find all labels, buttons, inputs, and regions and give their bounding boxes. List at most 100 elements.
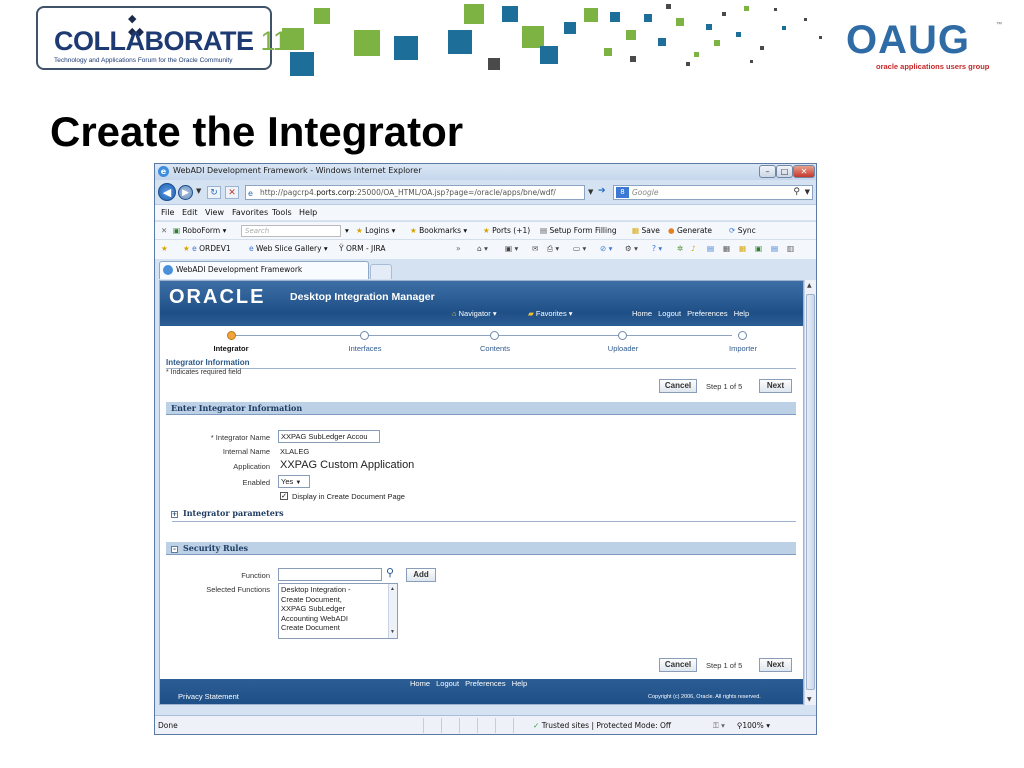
cancel-button-bottom[interactable]: Cancel — [659, 658, 697, 672]
tab-webadi[interactable]: WebADI Development Framework — [159, 261, 369, 279]
global-help-link[interactable]: Help — [734, 309, 749, 318]
feeds-icon[interactable]: ▣ ▾ — [505, 244, 518, 253]
privacy-statement-link[interactable]: Privacy Statement — [178, 692, 239, 701]
listbox-scrollbar[interactable]: ▲ ▼ — [388, 584, 397, 638]
train-step-contents[interactable]: Contents — [480, 344, 510, 353]
train-step-importer[interactable]: Importer — [729, 344, 757, 353]
fav-orm-jira[interactable]: Ÿ ORM - JIRA — [339, 244, 386, 253]
train-step-uploader-dot[interactable] — [618, 331, 627, 340]
new-tab-button[interactable] — [370, 264, 392, 279]
roboform-passcard-icon[interactable]: ▣ — [755, 244, 762, 253]
menu-view[interactable]: View — [205, 208, 224, 217]
page-menu-icon[interactable]: ▭ ▾ — [573, 244, 586, 253]
display-in-create-doc-checkbox[interactable]: ✓ — [280, 492, 288, 500]
setup-form-filling-button[interactable]: ▤ Setup Form Filling — [540, 226, 617, 235]
research-icon[interactable]: ✲ — [677, 244, 683, 253]
onenote-icon[interactable]: ▤ — [707, 244, 714, 253]
refresh-icon[interactable]: ↻ — [207, 186, 221, 199]
search-icon[interactable]: ⚲ — [793, 186, 800, 199]
generate-button[interactable]: ● Generate — [668, 226, 712, 235]
footer-logout-link[interactable]: Logout — [436, 679, 459, 688]
mail-icon[interactable]: ✉ — [532, 244, 538, 253]
next-button-top[interactable]: Next — [759, 379, 792, 393]
stop-icon[interactable]: ✕ — [225, 186, 239, 199]
train-step-interfaces[interactable]: Interfaces — [349, 344, 382, 353]
scroll-up-icon[interactable]: ▲ — [390, 585, 395, 595]
navigator-menu[interactable]: ⌂ Navigator ▾ — [452, 309, 497, 318]
scroll-down-icon[interactable]: ▼ — [807, 696, 812, 703]
ports-button[interactable]: ★ Ports (+1) — [483, 226, 530, 235]
menu-tools[interactable]: Tools — [272, 208, 292, 217]
close-window-button[interactable]: ✕ — [793, 165, 815, 178]
fav-web-slice-gallery[interactable]: e Web Slice Gallery ▾ — [249, 244, 328, 253]
minimize-button[interactable]: – — [759, 165, 776, 178]
window-titlebar[interactable]: e WebADI Development Framework - Windows… — [155, 164, 816, 180]
roboform-button[interactable]: ▣ RoboForm ▾ — [173, 226, 226, 235]
global-preferences-link[interactable]: Preferences — [687, 309, 727, 318]
home-icon[interactable]: ⌂ ▾ — [477, 244, 488, 253]
safety-menu-icon[interactable]: ⊘ ▾ — [600, 244, 612, 253]
search-dropdown-icon[interactable]: ▼ — [805, 186, 810, 199]
sync-button[interactable]: ⟳ Sync — [729, 226, 756, 235]
list-item[interactable]: Create Document, — [281, 595, 395, 605]
onenote-send-icon[interactable]: ▤ — [771, 244, 778, 253]
menu-help[interactable]: Help — [299, 208, 317, 217]
function-input[interactable] — [278, 568, 382, 581]
page-scrollbar[interactable]: ▲ ▼ — [804, 280, 816, 705]
add-button[interactable]: Add — [406, 568, 436, 582]
list-item[interactable]: Create Document — [281, 623, 395, 633]
toolbar-overflow-icon[interactable]: » — [456, 244, 461, 253]
security-rules-header[interactable]: – Security Rules — [166, 542, 796, 555]
footer-preferences-link[interactable]: Preferences — [465, 679, 505, 688]
favorites-star-icon[interactable]: ★ — [161, 244, 168, 253]
zoom-control[interactable]: ⚿ ▾ ⚲100% ▾ — [713, 721, 770, 731]
fav-ordev1[interactable]: ★ e ORDEV1 — [183, 244, 231, 253]
security-zone[interactable]: ✓ Trusted sites | Protected Mode: Off — [533, 721, 671, 730]
search-icon[interactable]: ⚲ — [386, 566, 394, 579]
url-input[interactable]: e http://pagcrp4.ports.corp:25000/OA_HTML… — [245, 185, 585, 200]
roboform-save-icon[interactable]: ▦ — [739, 244, 746, 253]
discuss-icon[interactable]: ▥ — [787, 244, 794, 253]
tools-menu-icon[interactable]: ⚙ ▾ — [625, 244, 638, 253]
bookmarks-button[interactable]: ★ Bookmarks ▾ — [410, 226, 467, 235]
logins-button[interactable]: ★ Logins ▾ — [356, 226, 395, 235]
keyboard-icon[interactable]: ▦ — [723, 244, 730, 253]
go-arrow-icon[interactable]: ➔ — [598, 186, 610, 199]
list-item[interactable]: Desktop Integration - — [281, 585, 395, 595]
history-dropdown-icon[interactable]: ▼ — [196, 187, 201, 195]
train-step-contents-dot[interactable] — [490, 331, 499, 340]
menu-file[interactable]: File — [161, 208, 174, 217]
save-button[interactable]: ▦ Save — [632, 226, 660, 235]
menu-edit[interactable]: Edit — [182, 208, 198, 217]
footer-help-link[interactable]: Help — [512, 679, 527, 688]
forward-button[interactable]: ▶ — [178, 185, 193, 200]
selected-functions-listbox[interactable]: Desktop Integration - Create Document, X… — [278, 583, 398, 639]
list-item[interactable]: XXPAG SubLedger — [281, 604, 395, 614]
addon-icon[interactable]: ♪ — [691, 244, 696, 253]
cancel-button-top[interactable]: Cancel — [659, 379, 697, 393]
integrator-name-input[interactable]: XXPAG SubLedger Accou — [278, 430, 380, 443]
integrator-parameters-toggle[interactable]: + Integrator parameters — [166, 507, 796, 520]
search-input[interactable]: 8 Google ⚲ ▼ — [613, 185, 813, 200]
roboform-search-input[interactable]: Search — [241, 225, 341, 237]
train-step-interfaces-dot[interactable] — [360, 331, 369, 340]
roboform-search-dropdown-icon[interactable]: ▾ — [345, 226, 349, 235]
list-item[interactable]: Accounting WebADI — [281, 614, 395, 624]
enabled-select[interactable]: Yes ▼ — [278, 475, 310, 488]
maximize-button[interactable]: □ — [776, 165, 793, 178]
scroll-up-icon[interactable]: ▲ — [807, 282, 812, 289]
global-home-link[interactable]: Home — [632, 309, 652, 318]
menu-favorites[interactable]: Favorites — [232, 208, 268, 217]
back-button[interactable]: ◀ — [158, 183, 176, 201]
close-toolbar-icon[interactable]: ✕ — [161, 226, 167, 235]
scroll-thumb[interactable] — [806, 294, 815, 690]
train-step-importer-dot[interactable] — [738, 331, 747, 340]
favorites-menu[interactable]: ▰ Favorites ▾ — [528, 309, 573, 318]
next-button-bottom[interactable]: Next — [759, 658, 792, 672]
url-dropdown-icon[interactable]: ▼ — [588, 188, 593, 196]
scroll-down-icon[interactable]: ▼ — [390, 628, 395, 638]
print-icon[interactable]: ⎙ ▾ — [547, 244, 559, 254]
footer-home-link[interactable]: Home — [410, 679, 430, 688]
help-menu-icon[interactable]: ? ▾ — [652, 244, 662, 253]
train-step-uploader[interactable]: Uploader — [608, 344, 638, 353]
